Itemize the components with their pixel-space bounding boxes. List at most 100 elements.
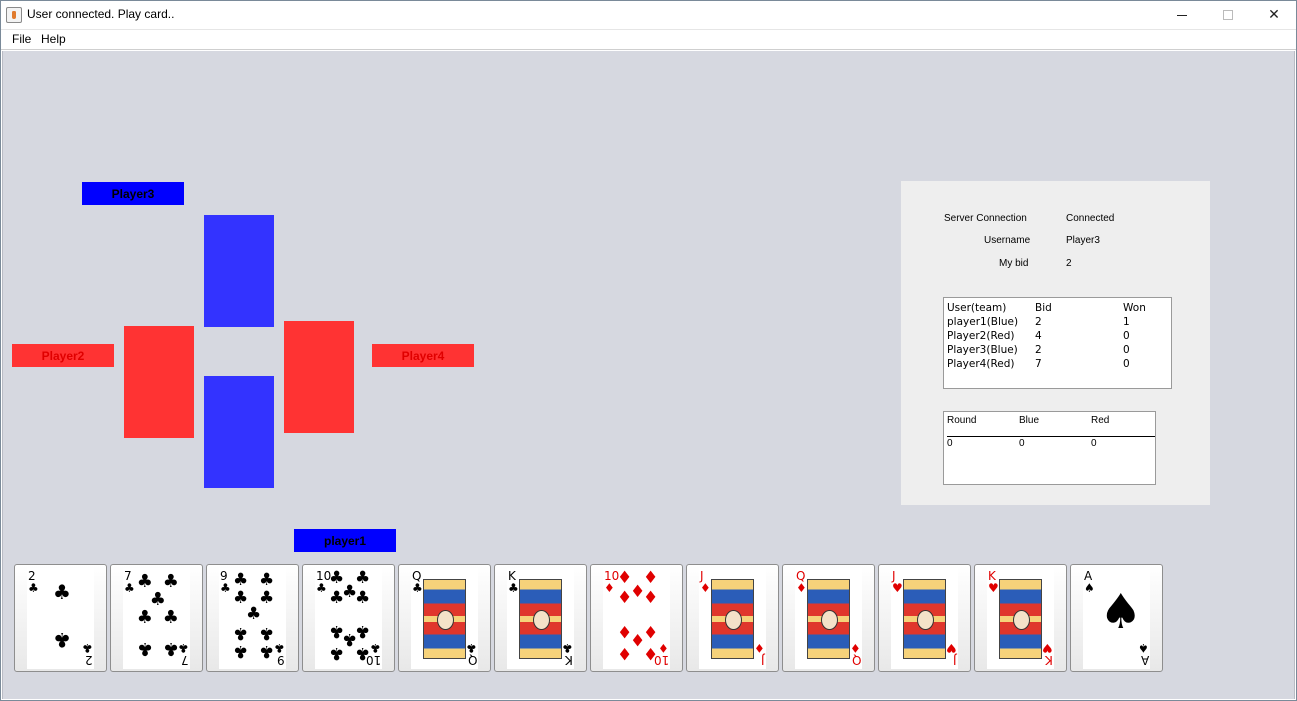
window-title: User connected. Play card.. [27,7,175,21]
played-card-player1 [204,376,274,488]
score-table-header-round: Round [947,415,977,426]
playing-card: A ♠ A ♠ ♠ [1083,568,1150,669]
player3-label: Player3 [82,182,184,205]
card-pip-icon: ♣ [355,620,371,641]
card-rank-bottom: J [953,653,957,667]
playing-card: Q ♣ Q ♣ [411,568,478,669]
face-card-figure-icon [423,579,466,659]
card-suit-bottom-icon: ♠ [1138,641,1149,655]
maximize-button[interactable] [1205,0,1251,30]
card-pip-icon: ♣ [355,567,371,588]
card-suit-bottom-icon: ♦ [850,641,861,655]
hand-card-button[interactable]: J ♦ J ♦ [686,564,779,672]
card-pip-icon: ♣ [259,569,275,590]
playing-card: J ♦ J ♦ [699,568,766,669]
card-suit-bottom-icon: ♦ [658,641,669,655]
bid-table-row-2-bid: 4 [1035,330,1042,342]
card-suit-top-icon: ♣ [124,581,135,595]
card-pip-icon: ♣ [53,580,71,604]
menu-help[interactable]: Help [41,32,66,46]
bid-table-row-3-user: Player3(Blue) [947,344,1018,356]
bid-table-row-2-user: Player2(Red) [947,330,1015,342]
card-pip-icon: ♣ [259,622,275,643]
card-pip-icon: ♣ [162,607,179,628]
playing-card: 7 ♣ 7 ♣ ♣ ♣ ♣ ♣ ♣ ♣ ♣ [123,568,190,669]
card-suit-bottom-icon: ♣ [466,641,477,655]
card-suit-top-icon: ♣ [220,581,231,595]
menu-file[interactable]: File [12,32,31,46]
card-suit-bottom-icon: ♣ [562,641,573,655]
card-suit-bottom-icon: ♦ [754,641,765,655]
username-label: Username [984,235,1031,246]
card-suit-bottom-icon: ♥ [946,641,957,655]
hand-card-button[interactable]: 10 ♣ 10 ♣ ♣ ♣ ♣ ♣ ♣ ♣ ♣ ♣ ♣ ♣ [302,564,395,672]
card-rank-bottom: 9 [277,653,285,667]
card-suit-top-icon: ♣ [508,581,519,595]
card-pip-icon: ♦ [617,587,633,608]
hand-card-button[interactable]: 7 ♣ 7 ♣ ♣ ♣ ♣ ♣ ♣ ♣ ♣ [110,564,203,672]
close-button[interactable]: ✕ [1251,0,1297,30]
bid-table-row-4-won: 0 [1123,358,1130,370]
server-connection-label: Server Connection [944,213,1027,224]
hand-card-button[interactable]: Q ♣ Q ♣ [398,564,491,672]
card-suit-bottom-icon: ♣ [178,641,189,655]
card-pip-icon: ♣ [233,569,249,590]
hand-card-button[interactable]: A ♠ A ♠ ♠ [1070,564,1163,672]
card-suit-top-icon: ♦ [700,581,711,595]
score-table-row-red: 0 [1091,438,1097,449]
hand-card-button[interactable]: 2 ♣ 2 ♣ ♣ ♣ [14,564,107,672]
hand-card-button[interactable]: K ♣ K ♣ [494,564,587,672]
played-card-player3 [204,215,274,327]
card-pip-icon: ♣ [329,587,345,608]
card-suit-top-icon: ♠ [1084,581,1095,595]
card-pip-icon: ♣ [259,587,275,608]
played-card-player4 [284,321,354,433]
card-pip-icon: ♣ [329,642,345,663]
playing-card: J ♥ J ♥ [891,568,958,669]
hand-card-button[interactable]: 9 ♣ 9 ♣ ♣ ♣ ♣ ♣ ♣ ♣ ♣ ♣ ♣ [206,564,299,672]
score-table-header-red: Red [1091,415,1110,426]
card-suit-top-icon: ♣ [28,581,39,595]
card-pip-icon: ♣ [162,638,179,659]
playing-card: 9 ♣ 9 ♣ ♣ ♣ ♣ ♣ ♣ ♣ ♣ ♣ ♣ [219,568,286,669]
card-pip-icon: ♣ [355,587,371,608]
bid-table-header-user: User(team) [947,302,1007,314]
bid-value: 2 [1066,258,1072,269]
card-pip-icon: ♠ [1099,584,1143,640]
card-rank-bottom: K [1045,653,1053,667]
card-rank-bottom: 2 [85,653,93,667]
playing-card: 2 ♣ 2 ♣ ♣ ♣ [27,568,94,669]
bid-table-row-3-bid: 2 [1035,344,1042,356]
card-pip-icon: ♦ [643,620,659,641]
playing-card: Q ♦ Q ♦ [795,568,862,669]
card-pip-icon: ♦ [643,567,659,588]
score-table: Round Blue Red 0 0 0 [943,411,1156,485]
card-suit-bottom-icon: ♣ [82,641,93,655]
card-pip-icon: ♣ [233,640,249,661]
card-rank-bottom: Q [851,653,861,667]
player2-label: Player2 [12,344,114,367]
card-suit-bottom-icon: ♥ [1042,641,1053,655]
card-suit-bottom-icon: ♣ [274,641,285,655]
hand-card-button[interactable]: J ♥ J ♥ [878,564,971,672]
card-pip-icon: ♣ [233,622,249,643]
menu-bar: File Help [0,30,1297,50]
face-card-figure-icon [807,579,850,659]
score-table-header-blue: Blue [1019,415,1040,426]
minimize-button[interactable] [1159,0,1205,30]
card-rank-bottom: Q [467,653,477,667]
bid-table-row-1-user: player1(Blue) [947,316,1019,328]
card-suit-top-icon: ♥ [988,581,999,595]
playing-card: 10 ♦ 10 ♦ ♦ ♦ ♦ ♦ ♦ ♦ ♦ ♦ ♦ ♦ [603,568,670,669]
hand-card-button[interactable]: K ♥ K ♥ [974,564,1067,672]
hand-card-button[interactable]: Q ♦ Q ♦ [782,564,875,672]
bid-table-row-3-won: 0 [1123,344,1130,356]
java-app-icon [6,7,22,23]
card-rank-bottom: A [1140,653,1149,667]
bid-table-row-2-won: 0 [1123,330,1130,342]
player4-label: Player4 [372,344,474,367]
server-connection-value: Connected [1066,213,1115,224]
bid-table-row-4-user: Player4(Red) [947,358,1015,370]
info-panel: Server Connection Connected Username Pla… [901,181,1210,505]
hand-card-button[interactable]: 10 ♦ 10 ♦ ♦ ♦ ♦ ♦ ♦ ♦ ♦ ♦ ♦ ♦ [590,564,683,672]
